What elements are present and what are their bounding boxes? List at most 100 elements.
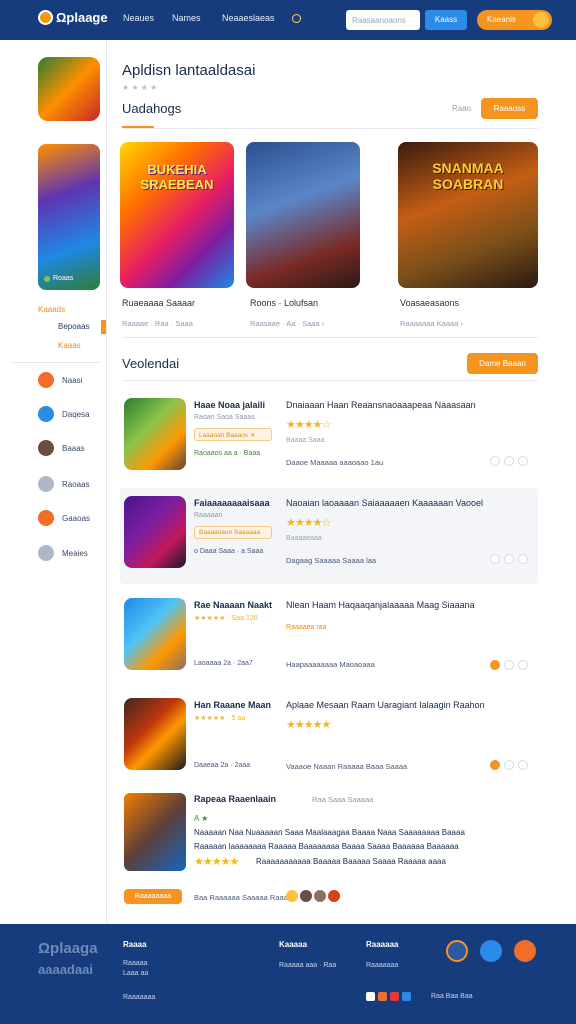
item-footer: Daaeaa 2a · 2aaa xyxy=(194,762,251,769)
footer-col-title: Kaaaaa xyxy=(279,940,308,949)
option-icon[interactable] xyxy=(490,660,500,670)
game-icon-thumb xyxy=(124,598,186,670)
card-title-3[interactable]: Voasaeasaons xyxy=(400,298,459,308)
sidebar-item-2[interactable]: Daqesa xyxy=(38,406,90,422)
list-item[interactable]: Faiaaaaaaaaisaaa Raaaaan Baaaaoaon Saaaa… xyxy=(120,488,538,584)
action-icons xyxy=(490,760,528,770)
social-icon[interactable] xyxy=(514,940,536,962)
controller-icon xyxy=(38,510,54,526)
account-button[interactable]: Kaeanis xyxy=(477,10,552,30)
footer-logo[interactable]: Ωplaaga xyxy=(38,940,98,957)
page-title: Apldisn lantaaldasai xyxy=(122,62,256,79)
sidebar-link-a[interactable]: Kaaads xyxy=(38,305,65,314)
search-button[interactable]: Kaass xyxy=(425,10,467,30)
footer-bottom-links[interactable]: Raa Baa Baa xyxy=(431,993,473,1000)
card-art-text: BUKEHIA SRAEBEAN xyxy=(140,162,214,192)
section2-button[interactable]: Dame Baaan xyxy=(467,353,538,374)
footer-link[interactable]: Raaaaaaa xyxy=(366,962,398,969)
social-icon[interactable] xyxy=(480,940,502,962)
option-icon[interactable] xyxy=(518,760,528,770)
see-all-link[interactable]: Raao xyxy=(452,104,471,113)
item-footer: Laoaaaa 2a · 2aa7 xyxy=(194,660,253,667)
item-bottom-text: Haapaaaaaaaa Maoaoaaa xyxy=(286,660,375,669)
item-description: Naoaian laoaaaan Saiaaaaaen Kaaaaaan Vao… xyxy=(286,498,484,508)
nav-link-2[interactable]: Names xyxy=(172,13,201,23)
game-icon-thumb xyxy=(124,698,186,770)
card-art-text: SNANMAA SOABRAN xyxy=(432,160,504,192)
sidebar-promo-banner[interactable]: Roaas xyxy=(38,144,100,290)
site-logo[interactable]: Ωplaage xyxy=(38,10,108,25)
option-icon[interactable] xyxy=(504,554,514,564)
avatar xyxy=(300,890,312,902)
item-button[interactable]: Raaaaaaaa xyxy=(124,889,182,904)
nav-link-3[interactable]: Neaaeslaeas xyxy=(222,13,275,23)
star-rating: ★★★★★ xyxy=(194,856,239,868)
sidebar-item-5[interactable]: Gaaoas xyxy=(38,510,90,526)
promo-label: Roaas xyxy=(53,275,74,282)
sidebar-link-b[interactable]: Bepoaas xyxy=(58,322,90,331)
sidebar-item-label: Daqesa xyxy=(62,409,90,419)
item-meta: Baaaa Saaa xyxy=(286,437,325,444)
sidebar-divider xyxy=(10,362,100,363)
item-tag[interactable]: Baaaaoaon Saaaaaa xyxy=(194,526,272,539)
option-icon[interactable] xyxy=(504,660,514,670)
list-item[interactable]: Rapeaa Raaenlaain Raa Saaa Saaaaa A ★ Na… xyxy=(120,785,538,915)
sidebar-link-c[interactable]: Kaaas xyxy=(58,341,81,350)
game-card-3[interactable]: SNANMAA SOABRAN xyxy=(398,142,538,288)
item-name: Faiaaaaaaaaisaaa xyxy=(194,498,270,508)
item-name: Rapeaa Raaenlaain xyxy=(194,794,277,804)
item-sub: ★★★★★ · 5 aa xyxy=(194,715,246,722)
list-item[interactable]: Han Raaane Maan ★★★★★ · 5 aa Daaeaa 2a ·… xyxy=(120,690,538,786)
sidebar-item-3[interactable]: Baaas xyxy=(38,440,85,456)
avatar-social-icon[interactable] xyxy=(446,940,468,962)
card-title-2[interactable]: Roons · Lolufsan xyxy=(250,298,318,308)
game-card-1[interactable]: BUKEHIA SRAEBEAN xyxy=(120,142,234,288)
sidebar-item-label: Naasi xyxy=(62,375,83,385)
avatar-group xyxy=(286,890,340,902)
item-description: Aplaae Mesaan Raam Uaragiant Ialaagin Ra… xyxy=(286,700,485,710)
footer-col-title: Raaaaaa xyxy=(366,940,399,949)
footer-col-title: Raaaa xyxy=(123,940,147,949)
list-item[interactable]: Haae Noaa jalaili Raoan Saoa Saaas Laaao… xyxy=(120,390,538,486)
list-item[interactable]: Rae Naaaan Naakt ★★★★★ · Saa 130 Laoaaaa… xyxy=(120,590,538,686)
app-icon[interactable] xyxy=(402,992,411,1001)
featured-game-thumbnail[interactable] xyxy=(38,57,100,121)
option-icon[interactable] xyxy=(518,554,528,564)
sidebar-item-4[interactable]: Raoaas xyxy=(38,476,90,492)
game-card-2[interactable] xyxy=(246,142,360,288)
star-rating: ★★★★☆ xyxy=(286,419,331,431)
item-rating: A ★ xyxy=(194,814,209,823)
footer-link[interactable]: Raaaaa xyxy=(123,960,148,967)
app-icon[interactable] xyxy=(390,992,399,1001)
option-icon[interactable] xyxy=(504,456,514,466)
option-icon[interactable] xyxy=(490,554,500,564)
nav-link-1[interactable]: Neaues xyxy=(123,13,154,23)
app-icon[interactable] xyxy=(378,992,387,1001)
app-icon[interactable] xyxy=(366,992,375,1001)
item-bottom-text: Daaoe Maaaaa aaaoaao 1au xyxy=(286,458,384,467)
top-header: Ωplaage Neaues Names Neaaeslaeas Raasaan… xyxy=(0,0,576,40)
option-icon[interactable] xyxy=(490,456,500,466)
option-icon[interactable] xyxy=(490,760,500,770)
sidebar-item-1[interactable]: Naasi xyxy=(38,372,82,388)
search-icon[interactable] xyxy=(292,14,301,23)
option-icon[interactable] xyxy=(518,660,528,670)
section1-button[interactable]: Raaaoss xyxy=(481,98,538,119)
option-icon[interactable] xyxy=(518,456,528,466)
card-title-1[interactable]: Ruaeaaaa Saaaar xyxy=(122,298,195,308)
game-icon xyxy=(38,372,54,388)
option-icon[interactable] xyxy=(504,760,514,770)
search-input[interactable]: Raasaanoaons xyxy=(346,10,420,30)
page-rating: ★ ★ ★ ★ xyxy=(122,83,158,92)
sidebar-item-6[interactable]: Meaies xyxy=(38,545,88,561)
item-meta: Baaaaeaaa xyxy=(286,535,322,542)
action-icons xyxy=(490,660,528,670)
compass-icon xyxy=(38,406,54,422)
item-line-2: Raaaaan laaaaaaaa Raaaaa Baaaaaaaa Baaaa… xyxy=(194,842,459,851)
footer-link[interactable]: Laaa aa xyxy=(123,970,148,977)
footer-link[interactable]: Raaaaa aaa · Raa xyxy=(279,962,336,969)
item-name: Haae Noaa jalaili xyxy=(194,400,266,410)
item-sub: ★★★★★ · Saa 130 xyxy=(194,615,258,622)
sidebar-item-label: Raoaas xyxy=(62,479,90,489)
item-tag[interactable]: Laaaoan Baaaos ✕ xyxy=(194,428,272,441)
